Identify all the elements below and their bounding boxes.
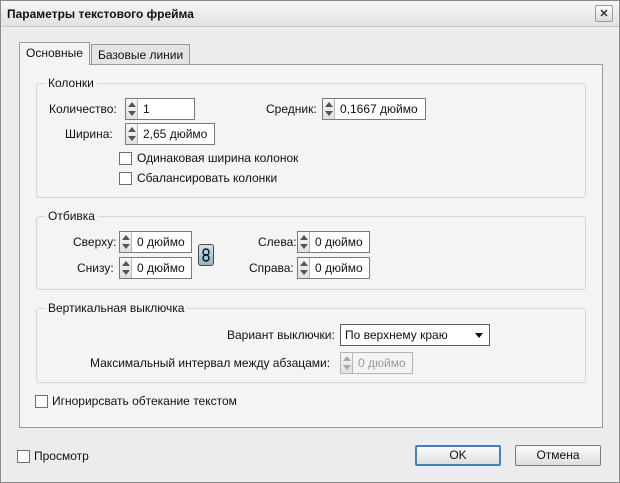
- columns-group-title: Колонки: [45, 76, 97, 90]
- balance-columns-checkbox[interactable]: [119, 172, 132, 185]
- column-width-stepper[interactable]: 2,65 дюймо: [125, 123, 215, 145]
- inset-left-value: 0 дюймо: [315, 235, 363, 249]
- column-count-value: 1: [143, 102, 150, 116]
- align-dropdown[interactable]: По верхнему краю: [340, 324, 490, 346]
- ignore-text-wrap-label[interactable]: Игнорирсвать обтекание текстом: [52, 394, 237, 408]
- paragraph-spacing-limit-label: Максимальный интервал между абзацами:: [90, 356, 331, 370]
- align-selected-value: По верхнему краю: [345, 328, 448, 342]
- inset-bottom-label: Снизу:: [77, 261, 114, 275]
- column-count-stepper[interactable]: 1: [125, 98, 195, 120]
- stepper-arrows-icon[interactable]: [126, 124, 138, 144]
- close-button[interactable]: [595, 5, 613, 22]
- text-frame-options-dialog: Параметры текстового фрейма Основные Баз…: [0, 0, 620, 483]
- inset-right-stepper[interactable]: 0 дюймо: [297, 257, 370, 279]
- column-count-label: Количество:: [49, 102, 117, 116]
- preview-checkbox[interactable]: [17, 450, 30, 463]
- ok-button[interactable]: OK: [415, 445, 501, 466]
- stepper-arrows-icon[interactable]: [341, 353, 353, 373]
- chevron-down-icon: [475, 333, 483, 338]
- align-label: Вариант выключки:: [227, 328, 335, 342]
- gutter-label: Средник:: [266, 102, 317, 116]
- tab-baseline-options[interactable]: Базовые линии: [91, 44, 191, 65]
- inset-right-value: 0 дюймо: [315, 261, 363, 275]
- close-icon: [600, 9, 608, 17]
- fixed-column-width-checkbox[interactable]: [119, 152, 132, 165]
- paragraph-spacing-limit-stepper[interactable]: 0 дюймо: [340, 352, 413, 374]
- gutter-stepper[interactable]: 0,1667 дюймо: [322, 98, 426, 120]
- inset-top-value: 0 дюймо: [137, 235, 185, 249]
- stepper-arrows-icon[interactable]: [323, 99, 335, 119]
- inset-right-label: Справа:: [249, 261, 294, 275]
- fixed-column-width-label[interactable]: Одинаковая ширина колонок: [137, 151, 298, 165]
- inset-group-title: Отбивка: [45, 209, 98, 223]
- cancel-button[interactable]: Отмена: [515, 445, 601, 466]
- window-title: Параметры текстового фрейма: [7, 7, 194, 21]
- stepper-arrows-icon[interactable]: [126, 99, 138, 119]
- columns-group: Колонки Количество: 1 Средник: 0,1667 дю…: [36, 76, 586, 198]
- stepper-arrows-icon[interactable]: [120, 232, 132, 252]
- ignore-text-wrap-checkbox[interactable]: [35, 395, 48, 408]
- column-width-label: Ширина:: [65, 127, 113, 141]
- inset-top-stepper[interactable]: 0 дюймо: [119, 231, 192, 253]
- stepper-arrows-icon[interactable]: [298, 258, 310, 278]
- stepper-arrows-icon[interactable]: [298, 232, 310, 252]
- column-width-value: 2,65 дюймо: [143, 127, 208, 141]
- inset-bottom-stepper[interactable]: 0 дюймо: [119, 257, 192, 279]
- inset-bottom-value: 0 дюймо: [137, 261, 185, 275]
- inset-top-label: Сверху:: [73, 235, 117, 249]
- vertical-justification-title: Вертикальная выключка: [45, 301, 188, 315]
- stepper-arrows-icon[interactable]: [120, 258, 132, 278]
- inset-left-stepper[interactable]: 0 дюймо: [297, 231, 370, 253]
- tab-general[interactable]: Основные: [19, 42, 90, 65]
- chain-link-icon: [202, 248, 210, 262]
- gutter-value: 0,1667 дюймо: [340, 102, 418, 116]
- inset-left-label: Слева:: [258, 235, 297, 249]
- tab-panel-general: Колонки Количество: 1 Средник: 0,1667 дю…: [19, 64, 603, 428]
- paragraph-spacing-limit-value: 0 дюймо: [358, 356, 406, 370]
- link-settings-button[interactable]: [198, 244, 214, 266]
- preview-label[interactable]: Просмотр: [34, 449, 89, 463]
- balance-columns-label[interactable]: Сбалансировать колонки: [137, 171, 277, 185]
- title-bar: Параметры текстового фрейма: [1, 1, 619, 27]
- vertical-justification-group: Вертикальная выключка Вариант выключки: …: [36, 301, 586, 383]
- inset-spacing-group: Отбивка Сверху: 0 дюймо Снизу: 0 дюймо С…: [36, 209, 586, 290]
